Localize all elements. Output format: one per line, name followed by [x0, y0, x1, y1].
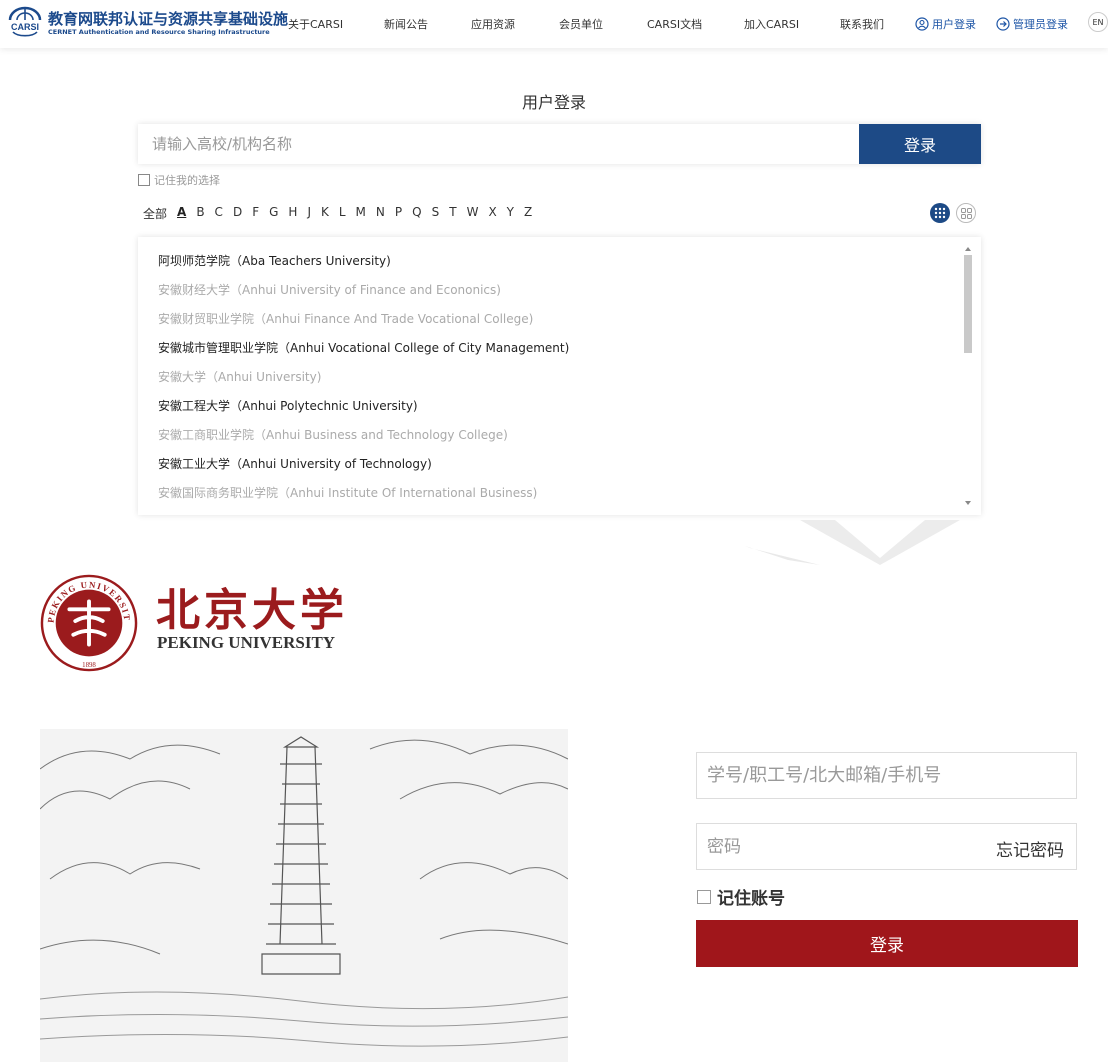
pku-name-cn: 北京大学 — [156, 585, 348, 636]
list-item[interactable]: 安徽国际商务职业学院（Anhui Institute Of Internatio… — [158, 483, 569, 512]
language-switch[interactable]: EN — [1088, 12, 1108, 32]
letter-h[interactable]: H — [288, 205, 297, 222]
campus-sketch-image — [40, 729, 568, 1062]
institution-search-input[interactable] — [138, 124, 858, 164]
institution-list-panel: 阿坝师范学院（Aba Teachers University) 安徽财经大学（A… — [138, 237, 981, 515]
pku-seal-logo: PEKING UNIVERSITY 1898 — [40, 574, 138, 672]
list-item[interactable]: 安徽工程大学（Anhui Polytechnic University) — [158, 396, 569, 425]
login-arrow-icon — [996, 17, 1010, 31]
nav-contact[interactable]: 联系我们 — [840, 16, 884, 32]
scroll-up-arrow-icon[interactable] — [965, 247, 971, 251]
letter-q[interactable]: Q — [412, 205, 421, 222]
pku-username-input[interactable] — [696, 752, 1077, 799]
decorative-chevrons — [745, 520, 960, 565]
pku-login-button[interactable]: 登录 — [696, 920, 1078, 967]
letter-l[interactable]: L — [339, 205, 346, 222]
pku-password-input[interactable] — [697, 824, 967, 869]
pku-name-en: PEKING UNIVERSITY — [157, 633, 336, 652]
nav-user-login-label: 用户登录 — [932, 18, 976, 31]
letter-w[interactable]: W — [467, 205, 479, 222]
user-circle-icon — [915, 17, 929, 31]
forgot-password-link[interactable]: 忘记密码 — [996, 836, 1064, 861]
letter-j[interactable]: J — [307, 205, 311, 222]
letter-f[interactable]: F — [252, 205, 259, 222]
brand-title-en: CERNET Authentication and Resource Shari… — [48, 28, 270, 36]
list-item[interactable]: 安徽大学（Anhui University) — [158, 367, 569, 396]
list-item[interactable]: 阿坝师范学院（Aba Teachers University) — [158, 251, 569, 280]
nav-admin-login-label: 管理员登录 — [1013, 18, 1068, 31]
letter-n[interactable]: N — [376, 205, 385, 222]
list-item[interactable]: 安徽工商职业学院（Anhui Business and Technology C… — [158, 425, 569, 454]
institution-list: 阿坝师范学院（Aba Teachers University) 安徽财经大学（A… — [158, 251, 569, 512]
remember-choice-checkbox[interactable] — [138, 174, 150, 186]
letter-x[interactable]: X — [488, 205, 496, 222]
letter-z[interactable]: Z — [524, 205, 532, 222]
tile-view-icon[interactable] — [956, 203, 976, 223]
institution-search-bar: 登录 — [138, 124, 981, 164]
nav-about-carsi[interactable]: 关于CARSI — [288, 16, 343, 32]
list-item[interactable]: 安徽城市管理职业学院（Anhui Vocational College of C… — [158, 338, 569, 367]
letter-b[interactable]: B — [196, 205, 204, 222]
pku-password-field: 忘记密码 — [696, 823, 1077, 870]
remember-choice-label: 记住我的选择 — [154, 174, 220, 187]
alphabet-filter: 全部 A B C D F G H J K L M N P Q S T W X Y… — [143, 205, 532, 222]
remember-choice[interactable]: 记住我的选择 — [138, 172, 220, 188]
list-item[interactable]: 安徽工业大学（Anhui University of Technology) — [158, 454, 569, 483]
letter-c[interactable]: C — [215, 205, 223, 222]
remember-account-label: 记住账号 — [717, 889, 785, 909]
letter-g[interactable]: G — [269, 205, 278, 222]
nav-news[interactable]: 新闻公告 — [384, 16, 428, 32]
letter-a[interactable]: A — [177, 205, 186, 222]
letter-m[interactable]: M — [356, 205, 366, 222]
list-scrollbar[interactable] — [963, 245, 973, 507]
nav-members[interactable]: 会员单位 — [559, 16, 603, 32]
remember-account[interactable]: 记住账号 — [697, 884, 785, 909]
letter-t[interactable]: T — [449, 205, 456, 222]
nav-resources[interactable]: 应用资源 — [471, 16, 515, 32]
page-title: 用户登录 — [521, 93, 586, 112]
letter-y[interactable]: Y — [507, 205, 514, 222]
letter-k[interactable]: K — [321, 205, 329, 222]
seal-year: 1898 — [82, 662, 96, 669]
brand-title-cn: 教育网联邦认证与资源共享基础设施 — [48, 10, 289, 28]
list-item[interactable]: 安徽财经大学（Anhui University of Finance and E… — [158, 280, 569, 309]
nav-user-login[interactable]: 用户登录 — [915, 16, 976, 32]
remember-account-checkbox[interactable] — [697, 889, 711, 904]
carsi-logo-text: CARSI — [11, 22, 39, 32]
nav-carsi-docs[interactable]: CARSI文档 — [647, 16, 702, 32]
letter-all[interactable]: 全部 — [143, 205, 167, 222]
carsi-login-button[interactable]: 登录 — [859, 124, 981, 164]
scroll-down-arrow-icon[interactable] — [965, 501, 971, 505]
letter-d[interactable]: D — [233, 205, 242, 222]
nav-join-carsi[interactable]: 加入CARSI — [744, 16, 799, 32]
carsi-logo-icon: CARSI — [8, 6, 42, 37]
view-toggle — [930, 203, 976, 223]
top-navigation: CARSI 教育网联邦认证与资源共享基础设施 CERNET Authentica… — [0, 0, 1108, 48]
nav-admin-login[interactable]: 管理员登录 — [996, 16, 1068, 32]
letter-s[interactable]: S — [432, 205, 440, 222]
list-item[interactable]: 安徽财贸职业学院（Anhui Finance And Trade Vocatio… — [158, 309, 569, 338]
scroll-thumb[interactable] — [964, 255, 972, 353]
letter-p[interactable]: P — [395, 205, 402, 222]
grid-view-icon[interactable] — [930, 203, 950, 223]
